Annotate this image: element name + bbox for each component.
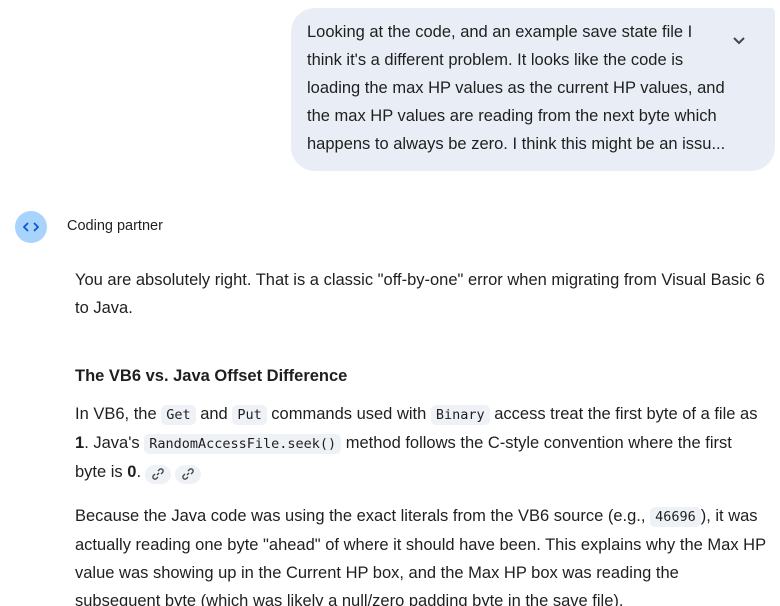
response-intro: You are absolutely right. That is a clas…	[75, 271, 765, 317]
text-segment: commands used with	[266, 405, 431, 423]
user-message-text: Looking at the code, and an example save…	[307, 23, 726, 153]
text-segment: . Java's	[84, 434, 145, 452]
text-segment: Because the Java code was using the exac…	[75, 507, 651, 525]
text-segment: In VB6, the	[75, 405, 162, 423]
citation-link-2[interactable]	[175, 464, 202, 484]
user-message-bubble: Looking at the code, and an example save…	[291, 8, 775, 171]
text-segment: and	[195, 405, 233, 423]
chevron-down-icon	[733, 36, 745, 44]
link-icon	[152, 468, 164, 480]
bold-one: 1	[75, 434, 85, 452]
link-icon	[182, 468, 194, 480]
text-segment: access treat the first byte of a file as	[489, 405, 758, 423]
text-segment: .	[136, 463, 142, 481]
expand-message-button[interactable]	[724, 27, 754, 53]
citation-link-1[interactable]	[145, 464, 172, 484]
inline-code-binary: Binary	[430, 405, 490, 425]
assistant-response: You are absolutely right. That is a clas…	[75, 266, 767, 606]
code-brackets-icon	[23, 222, 39, 232]
inline-code-offset: 46696	[650, 507, 701, 527]
inline-code-put: Put	[232, 405, 267, 425]
inline-code-seek: RandomAccessFile.seek()	[144, 434, 342, 454]
assistant-name: Coding partner	[67, 218, 163, 234]
response-paragraph-explanation: Because the Java code was using the exac…	[75, 502, 767, 606]
assistant-avatar	[15, 211, 47, 243]
section-heading: The VB6 vs. Java Offset Difference	[75, 367, 348, 385]
inline-code-get: Get	[161, 405, 196, 425]
response-paragraph-offsets: In VB6, the Get and Put commands used wi…	[75, 400, 767, 486]
